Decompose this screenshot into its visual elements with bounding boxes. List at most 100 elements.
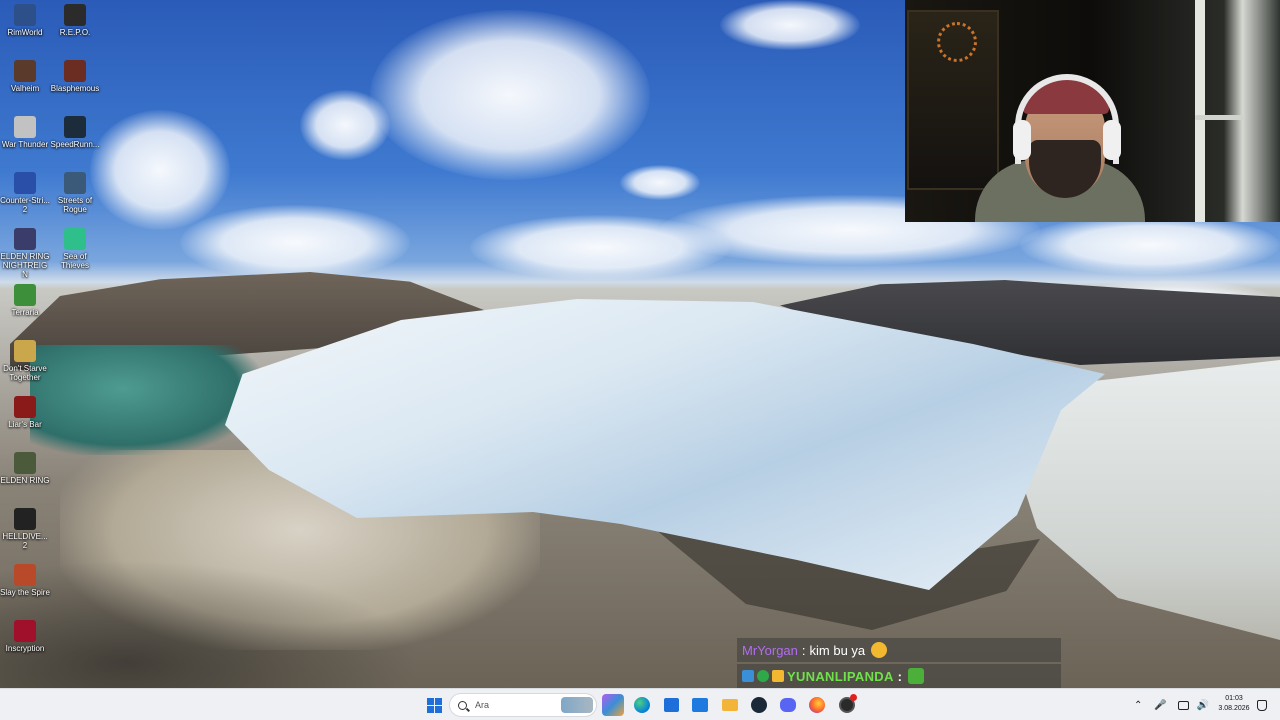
edge-button[interactable]	[631, 694, 653, 716]
notifications[interactable]	[1257, 689, 1267, 720]
terraria-icon	[14, 284, 36, 306]
desktop-icon-elden-ring[interactable]: ELDEN RING	[0, 452, 50, 485]
chevron-up-icon[interactable]: ⌃	[1134, 700, 1142, 711]
file-explorer-button[interactable]	[719, 694, 741, 716]
desktop-icon-label: R.E.P.O.	[59, 28, 91, 37]
desktop-icon-helldivers[interactable]: HELLDIVE... 2	[0, 508, 50, 550]
desktop-icon-dont-starve-together[interactable]: Don't Starve Together	[0, 340, 50, 382]
clock-time: 01:03	[1225, 695, 1243, 702]
cloud	[720, 0, 860, 50]
windows-icon	[426, 697, 442, 713]
chat-username: YUNANLIPANDA	[787, 668, 894, 684]
helldivers-icon	[14, 508, 36, 530]
desktop-icon-label: RimWorld	[7, 28, 43, 37]
desktop-icon-label: Blasphemous	[50, 84, 100, 93]
copilot-button[interactable]	[602, 694, 624, 716]
network-icon[interactable]	[1177, 700, 1189, 710]
desktop-icon-label: Slay the Spire	[0, 588, 50, 597]
desktop-icon-label: War Thunder	[1, 140, 49, 149]
sea-of-thieves-icon	[64, 228, 86, 250]
desktop-icon-label: Valheim	[10, 84, 40, 93]
desktop-icon-sea-of-thieves[interactable]: Sea of Thieves	[50, 228, 100, 270]
desktop-icon-label: ELDEN RING	[0, 476, 50, 485]
desktop-icon-slay-the-spire[interactable]: Slay the Spire	[0, 564, 50, 597]
cloud	[180, 205, 410, 280]
liars-bar-icon	[14, 396, 36, 418]
search-highlight-image	[561, 697, 593, 713]
outlook-icon	[692, 698, 708, 712]
chat-separator: :	[897, 668, 902, 684]
desktop-icon-label: Don't Starve Together	[3, 364, 47, 382]
inscryption-icon	[14, 620, 36, 642]
desktop-icon-counter-strike[interactable]: Counter-Stri... 2	[0, 172, 50, 214]
search-placeholder: Ara	[475, 700, 490, 710]
badge-icon	[742, 670, 754, 682]
desktop-icon-terraria[interactable]: Terraria	[0, 284, 50, 317]
chat-overlay: MrYorgan : kim bu ya YUNANLIPANDA :	[737, 638, 1061, 688]
blasphemous-icon	[64, 60, 86, 82]
door-frame	[1195, 0, 1205, 222]
badge-icon	[772, 670, 784, 682]
folder-icon	[722, 699, 738, 711]
elden-ring-icon	[14, 452, 36, 474]
start-button[interactable]	[423, 694, 445, 716]
poster-sun-icon	[937, 22, 977, 62]
desktop-icon-label: Counter-Stri... 2	[0, 196, 50, 214]
store-button[interactable]	[660, 694, 682, 716]
clock[interactable]: 01:03 3.08.2026	[1212, 694, 1256, 714]
obs-button[interactable]	[836, 694, 858, 716]
elden-ring-nightreign-icon	[14, 228, 36, 250]
desktop-icon-elden-ring-nightreign[interactable]: ELDEN RING NIGHTREIGN	[0, 228, 50, 279]
chat-message: YUNANLIPANDA :	[737, 664, 1061, 688]
water	[30, 345, 260, 455]
outlook-button[interactable]	[689, 694, 711, 716]
desktop-icon-rimworld[interactable]: RimWorld	[0, 4, 50, 37]
bell-icon	[1257, 699, 1267, 711]
desktop-icon-speedrunners[interactable]: SpeedRunn...	[50, 116, 100, 149]
desktop-icon-label: Liar's Bar	[8, 420, 42, 429]
system-tray: ⌃ 🎤 🔊	[1134, 689, 1215, 720]
discord-button[interactable]	[777, 694, 799, 716]
desktop-icon-label: Inscryption	[5, 644, 45, 653]
discord-icon	[780, 698, 796, 712]
smug-emote-icon	[871, 642, 888, 658]
war-thunder-icon	[14, 116, 36, 138]
desktop-icon-label: Terraria	[11, 308, 39, 317]
desktop-icon-war-thunder[interactable]: War Thunder	[0, 116, 50, 149]
desktop-icon-inscryption[interactable]: Inscryption	[0, 620, 50, 653]
cloud	[90, 110, 230, 230]
streets-of-rogue-icon	[64, 172, 86, 194]
chat-message: MrYorgan : kim bu ya	[737, 638, 1061, 662]
cloud	[370, 10, 650, 180]
volume-icon[interactable]: 🔊	[1197, 700, 1209, 711]
valheim-icon	[14, 60, 36, 82]
cloud	[300, 90, 390, 160]
firefox-button[interactable]	[806, 694, 828, 716]
desktop-icon-liars-bar[interactable]: Liar's Bar	[0, 396, 50, 429]
desktop-icon-blasphemous[interactable]: Blasphemous	[50, 60, 100, 93]
slay-the-spire-icon	[14, 564, 36, 586]
steam-icon	[751, 697, 767, 713]
counter-strike-icon	[14, 172, 36, 194]
webcam-overlay	[905, 0, 1280, 222]
pepe-emote-icon	[907, 668, 924, 684]
taskbar: Ara ⌃ 🎤 🔊 01:03 3.08.2026	[0, 688, 1280, 720]
desktop-icon-valheim[interactable]: Valheim	[0, 60, 50, 93]
desktop-icon-label: Streets of Rogue	[57, 196, 93, 214]
recording-dot-icon	[850, 694, 857, 701]
steam-button[interactable]	[748, 694, 770, 716]
clock-date: 3.08.2026	[1218, 705, 1250, 712]
desktop-icon-repo[interactable]: R.E.P.O.	[50, 4, 100, 37]
poster	[907, 10, 999, 190]
chat-separator: :	[801, 642, 806, 658]
headphone-cup	[1103, 120, 1121, 160]
desktop-icon-streets-of-rogue[interactable]: Streets of Rogue	[50, 172, 100, 214]
edge-icon	[634, 697, 650, 713]
chat-text: kim bu ya	[809, 642, 866, 658]
desktop-icon-label: Sea of Thieves	[60, 252, 89, 270]
cloud	[1020, 215, 1280, 275]
repo-icon	[64, 4, 86, 26]
taskbar-search[interactable]: Ara	[449, 693, 597, 717]
microphone-icon[interactable]: 🎤	[1154, 700, 1166, 711]
headphone-cup	[1013, 120, 1031, 160]
